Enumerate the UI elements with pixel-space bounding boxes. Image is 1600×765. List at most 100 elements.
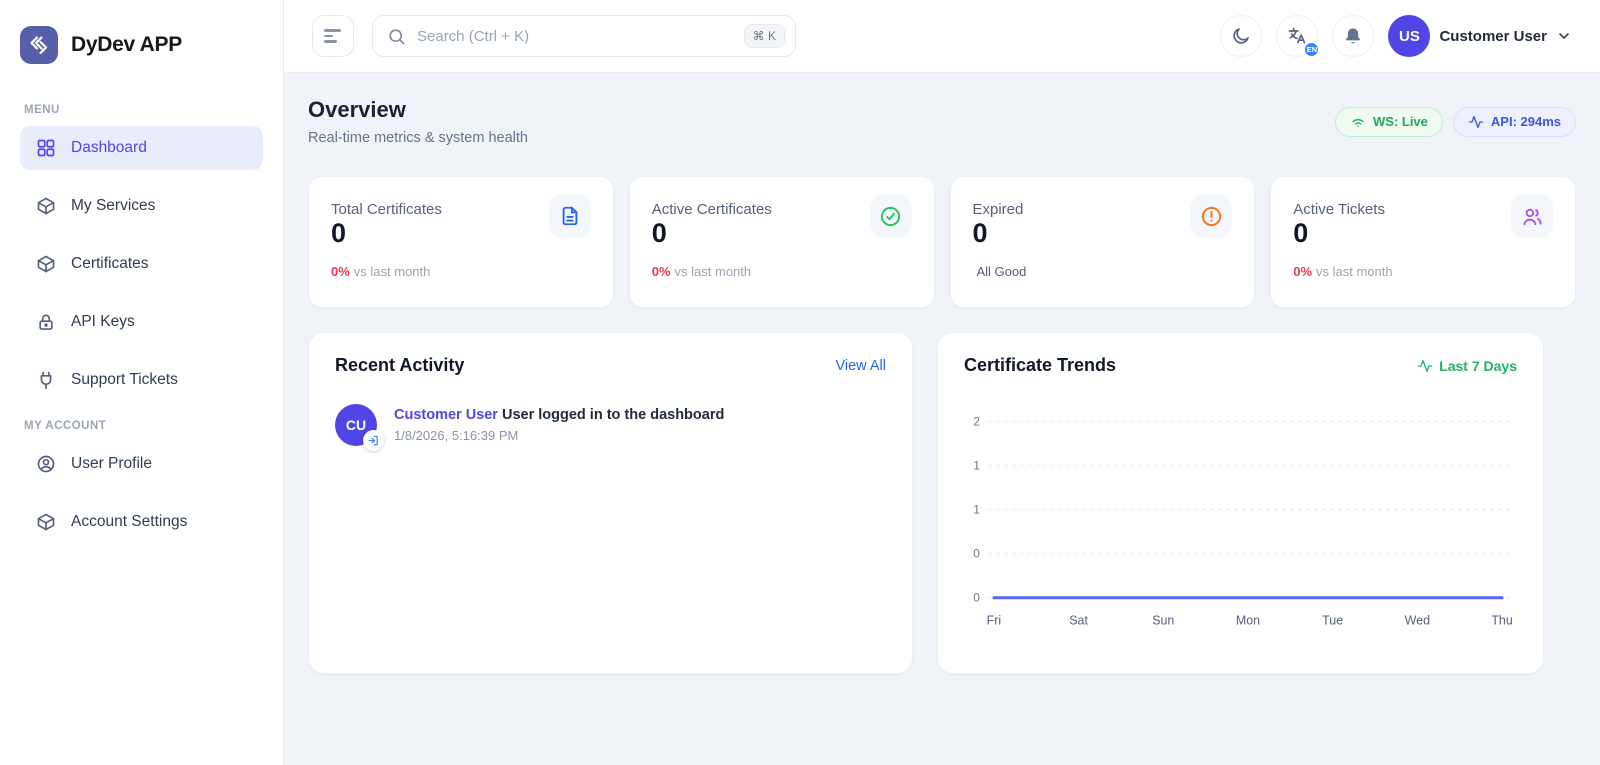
svg-text:Sun: Sun <box>1152 614 1174 628</box>
sidebar-item-label: Support Tickets <box>71 371 178 389</box>
stat-card-expired: Expired 0 All Good <box>950 176 1256 308</box>
stat-card-active-tickets: Active Tickets 0 0% vs last month <box>1270 176 1576 308</box>
page-header: Overview Real-time metrics & system heal… <box>308 97 1576 146</box>
trend-period-label: Last 7 Days <box>1417 358 1517 374</box>
package-icon <box>36 196 56 216</box>
stat-title: Active Certificates <box>652 195 772 218</box>
language-switcher-button[interactable]: EN <box>1276 15 1318 57</box>
view-all-link[interactable]: View All <box>835 358 886 374</box>
stat-value: 0 <box>1293 218 1385 249</box>
sidebar-item-label: Account Settings <box>71 513 187 531</box>
stat-title: Total Certificates <box>331 195 442 218</box>
svg-text:0: 0 <box>973 591 980 605</box>
stat-footnote: 0% vs last month <box>331 264 591 279</box>
api-latency-label: API: 294ms <box>1491 114 1561 129</box>
sidebar-item-label: User Profile <box>71 455 152 473</box>
dark-mode-toggle[interactable] <box>1220 15 1262 57</box>
certificate-trends-chart: 21100FriSatSunMonTueWedThu <box>964 402 1517 634</box>
svg-text:Mon: Mon <box>1236 614 1260 628</box>
svg-text:1: 1 <box>973 503 980 517</box>
notifications-button[interactable] <box>1332 15 1374 57</box>
bell-icon <box>1343 26 1363 46</box>
topbar: ⌘ K EN US Customer User <box>284 0 1600 73</box>
activity-text: Customer User User logged in to the dash… <box>394 404 724 423</box>
sidebar-item-label: Dashboard <box>71 139 147 157</box>
stats-grid: Total Certificates 0 0% vs last month Act… <box>308 176 1576 308</box>
search-input[interactable] <box>417 28 733 45</box>
sidebar-item-dashboard[interactable]: Dashboard <box>20 126 263 170</box>
file-text-icon <box>549 195 591 237</box>
sidebar-section-menu: MENU <box>24 104 259 116</box>
search-box[interactable]: ⌘ K <box>372 15 796 57</box>
sidebar-nav-account: User Profile Account Settings <box>0 442 283 544</box>
activity-timestamp: 1/8/2026, 5:16:39 PM <box>394 428 724 443</box>
stat-delta: 0% <box>331 264 350 279</box>
stat-value: 0 <box>331 218 442 249</box>
svg-text:Fri: Fri <box>987 614 1002 628</box>
stat-delta-suffix: All Good <box>977 264 1027 279</box>
stat-delta: 0% <box>1293 264 1312 279</box>
page-subtitle: Real-time metrics & system health <box>308 130 528 146</box>
sidebar-toggle-button[interactable] <box>312 15 354 57</box>
certificate-trends-panel: Certificate Trends Last 7 Days 21100FriS… <box>937 332 1544 674</box>
stat-value: 0 <box>973 218 1024 249</box>
stat-footnote: 0% vs last month <box>652 264 912 279</box>
websocket-status-label: WS: Live <box>1373 114 1428 129</box>
svg-text:0: 0 <box>973 547 980 561</box>
chevron-down-icon <box>1556 28 1572 44</box>
activity-icon <box>1468 114 1484 130</box>
sidebar-item-support-tickets[interactable]: Support Tickets <box>20 358 263 402</box>
login-icon <box>363 430 384 451</box>
plug-icon <box>36 370 56 390</box>
avatar: US <box>1388 15 1430 57</box>
package-icon <box>36 254 56 274</box>
svg-text:Thu: Thu <box>1491 614 1513 628</box>
activity-item: CU Customer User User logged in to the d… <box>335 404 886 446</box>
activity-icon <box>1417 358 1433 374</box>
sidebar-item-my-services[interactable]: My Services <box>20 184 263 228</box>
sidebar-item-api-keys[interactable]: API Keys <box>20 300 263 344</box>
sidebar-item-label: API Keys <box>71 313 135 331</box>
app-logo-icon <box>20 26 58 64</box>
api-latency-badge: API: 294ms <box>1453 107 1576 137</box>
sidebar-nav-menu: Dashboard My Services Certificates API K… <box>0 126 283 402</box>
user-menu[interactable]: US Customer User <box>1388 15 1572 57</box>
lock-icon <box>36 312 56 332</box>
stat-footnote: All Good <box>973 264 1233 279</box>
package-icon <box>36 512 56 532</box>
activity-action: User logged in to the dashboard <box>502 407 724 423</box>
stat-delta-suffix: vs last month <box>675 264 752 279</box>
activity-actor[interactable]: Customer User <box>394 407 498 423</box>
menu-icon <box>324 26 342 46</box>
app-name: DyDev APP <box>71 33 182 57</box>
stat-title: Active Tickets <box>1293 195 1385 218</box>
stat-delta-suffix: vs last month <box>1316 264 1393 279</box>
wifi-icon <box>1350 114 1366 130</box>
stat-card-total-certificates: Total Certificates 0 0% vs last month <box>308 176 614 308</box>
sidebar-section-my-account: MY ACCOUNT <box>24 420 259 432</box>
recent-activity-title: Recent Activity <box>335 355 464 376</box>
sidebar-item-label: Certificates <box>71 255 149 273</box>
language-badge: EN <box>1303 41 1320 58</box>
app-logo: DyDev APP <box>0 0 283 86</box>
alert-circle-icon <box>1190 195 1232 237</box>
stat-delta: 0% <box>652 264 671 279</box>
main-content: Overview Real-time metrics & system heal… <box>284 73 1600 698</box>
stat-footnote: 0% vs last month <box>1293 264 1553 279</box>
page-title: Overview <box>308 97 528 123</box>
sidebar: DyDev APP MENU Dashboard My Services Cer… <box>0 0 284 765</box>
trend-period-text: Last 7 Days <box>1439 358 1517 374</box>
sidebar-item-user-profile[interactable]: User Profile <box>20 442 263 486</box>
svg-text:2: 2 <box>973 414 980 428</box>
user-circle-icon <box>36 454 56 474</box>
stat-title: Expired <box>973 195 1024 218</box>
stat-value: 0 <box>652 218 772 249</box>
stat-delta-suffix: vs last month <box>354 264 431 279</box>
sidebar-item-account-settings[interactable]: Account Settings <box>20 500 263 544</box>
websocket-status-badge: WS: Live <box>1335 107 1443 137</box>
sidebar-item-label: My Services <box>71 197 155 215</box>
users-icon <box>1511 195 1553 237</box>
sidebar-item-certificates[interactable]: Certificates <box>20 242 263 286</box>
topbar-actions: EN US Customer User <box>1220 15 1572 57</box>
svg-text:Sat: Sat <box>1069 614 1088 628</box>
